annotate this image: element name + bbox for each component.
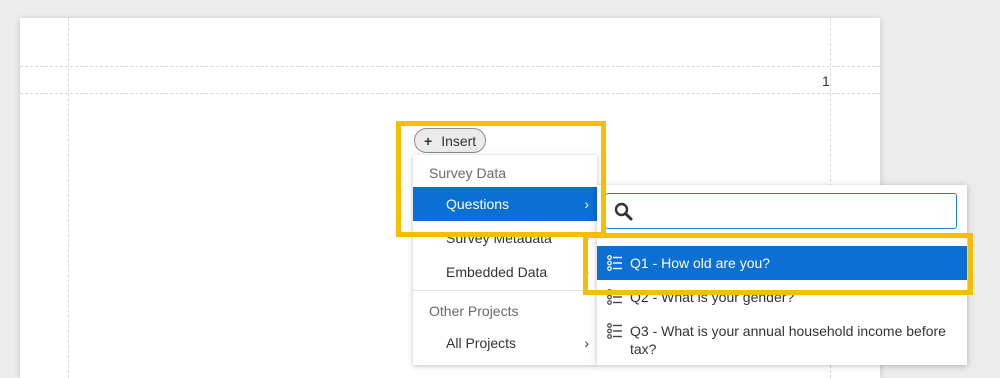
page-margin-guide-left: [68, 18, 69, 378]
search-input[interactable]: [640, 194, 954, 230]
question-label: Q2 - What is your gender?: [630, 289, 795, 305]
menu-item-label: All Projects: [446, 335, 517, 351]
insert-button[interactable]: + Insert: [414, 128, 486, 153]
search-icon: [614, 202, 633, 221]
chevron-right-icon: ›: [584, 264, 589, 280]
menu-item-label: Survey Metadata: [446, 230, 552, 246]
header-guide-bottom: [20, 93, 880, 94]
survey-data-header: Survey Data: [429, 165, 507, 181]
question-item-q1[interactable]: Q1 - How old are you?: [597, 246, 967, 280]
plus-icon: +: [424, 132, 433, 149]
menu-item-all-projects[interactable]: All Projects ›: [413, 326, 597, 360]
menu-item-embedded-data[interactable]: Embedded Data ›: [413, 255, 597, 289]
question-item-q3[interactable]: Q3 - What is your annual household incom…: [597, 322, 967, 362]
header-guide-top: [20, 66, 880, 67]
list-icon: [607, 255, 622, 271]
insert-button-label: Insert: [441, 132, 477, 149]
chevron-right-icon: ›: [584, 196, 589, 212]
page-number: 1: [822, 73, 830, 89]
question-label: Q3 - What is your annual household incom…: [630, 323, 946, 357]
chevron-right-icon: ›: [584, 335, 589, 351]
menu-divider: [413, 290, 597, 291]
question-item-q2[interactable]: Q2 - What is your gender?: [597, 288, 967, 314]
question-label: Q1 - How old are you?: [630, 255, 771, 271]
chevron-right-icon: ›: [584, 230, 589, 246]
question-search-field[interactable]: [605, 193, 957, 230]
menu-item-survey-metadata[interactable]: Survey Metadata ›: [413, 221, 597, 255]
list-icon: [607, 289, 622, 305]
questions-submenu: Q1 - How old are you? Q2 - What is your …: [597, 185, 967, 365]
list-icon: [607, 323, 622, 339]
menu-item-questions[interactable]: Questions ›: [413, 187, 597, 221]
insert-menu: Survey Data Questions › Survey Metadata …: [413, 155, 597, 365]
other-projects-header: Other Projects: [429, 303, 519, 319]
menu-item-label: Questions: [446, 196, 510, 212]
menu-item-label: Embedded Data: [446, 264, 548, 280]
